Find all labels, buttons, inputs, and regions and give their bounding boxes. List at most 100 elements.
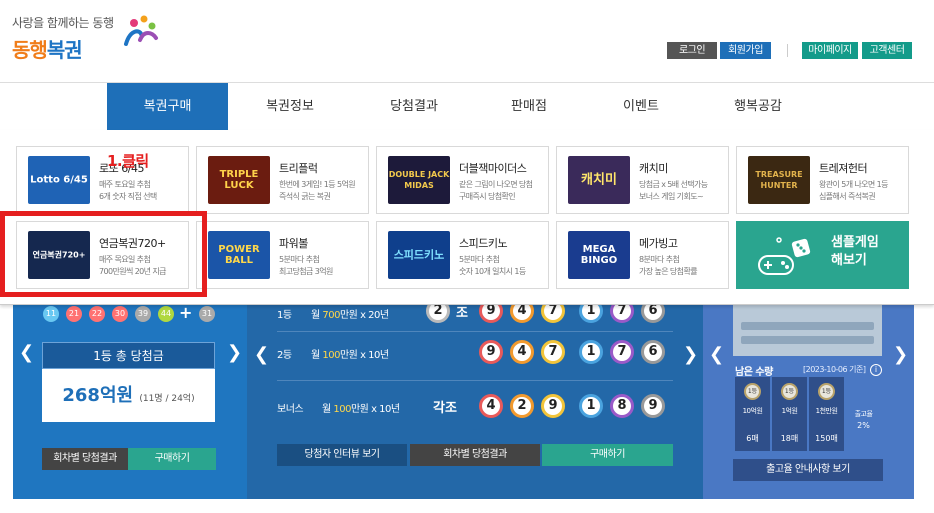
lotto-buy-button[interactable]: 구매하기	[128, 448, 216, 470]
logo-slogan: 사랑을 함께하는 동행	[12, 16, 114, 30]
pension-ball: 2	[510, 394, 534, 418]
click-annotation: 1.클릭	[107, 152, 149, 170]
pension-bonus-label: 보너스	[277, 404, 304, 415]
pension-rank2-label: 2등	[277, 350, 292, 361]
pension-interview-button[interactable]: 당첨자 인터뷰 보기	[277, 444, 407, 466]
lotto-ball: 44	[158, 306, 174, 322]
lotto-prize-amount: 268억원 (11명 / 24억)	[42, 369, 215, 422]
pension-ball: 9	[479, 340, 503, 364]
pension-ball: 4	[479, 394, 503, 418]
nav-item-results[interactable]: 당첨결과	[352, 83, 476, 130]
login-button[interactable]: 로그인	[667, 42, 717, 59]
speetto-stat-col: 1등 1억원 18매	[772, 377, 807, 451]
game-card-treasure-hunter[interactable]: TREASURE HUNTER 트레져헌터 왕관이 5개 나오면 1등 심플해서…	[736, 146, 909, 214]
lotto-ball: 39	[135, 306, 151, 322]
lotto-next-arrow-icon[interactable]: ❯	[227, 342, 242, 363]
support-button[interactable]: 고객센터	[862, 42, 912, 59]
lotto-prev-arrow-icon[interactable]: ❮	[19, 342, 34, 363]
card-title: 스피드키노	[459, 237, 508, 250]
card-desc: 매주 토요일 추첨	[99, 180, 151, 189]
pension-ball: 9	[641, 394, 665, 418]
game-card-triple-luck[interactable]: TRIPLE LUCK 트리플럭 한번에 3게임! 1등 5억원 즉석식 긁는 …	[196, 146, 369, 214]
medal-icon: 1등	[744, 383, 761, 400]
nav-item-info[interactable]: 복권정보	[228, 83, 352, 130]
card-desc: 왕관이 5개 나오면 1등	[819, 180, 888, 189]
triple-luck-thumb: TRIPLE LUCK	[208, 156, 270, 204]
gamepad-dice-icon	[758, 237, 811, 275]
lotto-bonus-ball: 31	[199, 306, 215, 322]
nav-item-stores[interactable]: 판매점	[476, 83, 582, 130]
nav-item-community[interactable]: 행복공감	[700, 83, 816, 130]
sample-game-card[interactable]: 샘플게임 해보기	[736, 221, 909, 289]
logo-brand-part-b: 복권	[46, 38, 83, 62]
pension-ball: 7	[541, 340, 565, 364]
lotto-ball: 21	[66, 306, 82, 322]
game-card-powerball[interactable]: POWER BALL 파워볼 5분마다 추첨 최고당첨금 3억원	[196, 221, 369, 289]
megabingo-thumb: MEGA BINGO	[568, 231, 630, 279]
ticket-row	[741, 322, 874, 330]
prize-suffix: 만원 x 10년	[339, 350, 389, 361]
lotto-ball: 11	[43, 306, 59, 322]
stat-label: 출고율	[854, 410, 873, 418]
pension-buy-button[interactable]: 구매하기	[542, 444, 673, 466]
thumb-label: DOUBLE JACK MIDAS	[388, 170, 450, 190]
header-separator	[787, 44, 788, 57]
card-desc: 당첨금 x 5배 선택가능	[639, 180, 708, 189]
pension-divider	[277, 380, 673, 381]
card-desc: 즉석식 긁는 복권	[279, 192, 331, 201]
powerball-thumb: POWER BALL	[208, 231, 270, 279]
card-desc: 5분마다 추첨	[459, 255, 500, 264]
game-card-double-jack[interactable]: DOUBLE JACK MIDAS 더블잭마이더스 같은 그림이 나오면 당첨 …	[376, 146, 549, 214]
speetto-next-arrow-icon[interactable]: ❯	[893, 344, 908, 365]
pension-next-arrow-icon[interactable]: ❯	[683, 344, 698, 365]
speetto-prev-arrow-icon[interactable]: ❮	[709, 344, 724, 365]
thumb-label: POWER BALL	[218, 244, 260, 266]
game-card-megabingo[interactable]: MEGA BINGO 메가빙고 8분마다 추첨 가장 높은 당첨확률	[556, 221, 729, 289]
pension-panel	[247, 290, 703, 499]
stat-value: 150매	[815, 434, 838, 443]
game-card-catchme[interactable]: 캐치미 캐치미 당첨금 x 5배 선택가능 보너스 게임 기회도~	[556, 146, 729, 214]
card-desc: 한번에 3게임! 1등 5억원	[279, 180, 356, 189]
game-card-speedkeno[interactable]: 스피드키노 스피드키노 5분마다 추첨 숫자 10개 일치시 1등	[376, 221, 549, 289]
signup-button[interactable]: 회원가입	[720, 42, 771, 59]
pension-bonus-prize: 월 100만원 x 10년	[322, 400, 400, 415]
card-desc: 보너스 게임 기회도~	[639, 192, 704, 201]
thumb-label: TRIPLE LUCK	[219, 169, 259, 191]
speetto-stat-col: 1등 10억원 6매	[735, 377, 770, 451]
sample-game-line1: 샘플게임	[831, 235, 879, 250]
speetto-stat-col: 1등 1천만원 150매	[809, 377, 844, 451]
speetto-stat-col: 출고율 2%	[846, 377, 881, 451]
pension-ball: 7	[610, 340, 634, 364]
stat-label: 10억원	[742, 407, 763, 415]
treasure-hunter-thumb: TREASURE HUNTER	[748, 156, 810, 204]
lotto-ball: 22	[89, 306, 105, 322]
prize-prefix: 월	[322, 404, 334, 415]
pension-prev-arrow-icon[interactable]: ❮	[254, 344, 269, 365]
site-logo[interactable]: 사랑을 함께하는 동행 동행복권	[12, 14, 114, 63]
card-title: 파워볼	[279, 237, 308, 250]
pension-results-button[interactable]: 회차별 당첨결과	[410, 444, 540, 466]
catchme-thumb: 캐치미	[568, 156, 630, 204]
nav-item-buy[interactable]: 복권구매	[107, 83, 228, 130]
card-desc: 6개 숫자 직접 선택	[99, 192, 157, 201]
stat-value: 18매	[780, 434, 799, 443]
speetto-remain-label: 남은 수량	[735, 367, 773, 378]
pension-ball: 9	[541, 394, 565, 418]
card-title: 더블잭마이더스	[459, 162, 527, 175]
lotto-results-button[interactable]: 회차별 당첨결과	[42, 448, 128, 470]
sample-game-text: 샘플게임 해보기	[831, 234, 879, 270]
game-card-lotto[interactable]: Lotto 6/45 로또 6/45 매주 토요일 추첨 6개 숫자 직접 선택	[16, 146, 189, 214]
pension-divider	[277, 331, 673, 332]
card-desc: 최고당첨금 3억원	[279, 267, 333, 276]
speetto-notice-button[interactable]: 출고율 안내사항 보기	[733, 459, 883, 481]
mypage-button[interactable]: 마이페이지	[802, 42, 858, 59]
thumb-label: 캐치미	[581, 172, 617, 188]
pension-rank1-label: 1등	[277, 310, 292, 321]
plus-icon: +	[179, 303, 193, 322]
card-title: 메가빙고	[639, 237, 678, 250]
nav-item-events[interactable]: 이벤트	[582, 83, 700, 130]
thumb-label: Lotto 6/45	[30, 174, 88, 186]
info-icon[interactable]: i	[870, 364, 882, 376]
lotto-amount-detail: (11명 / 24억)	[139, 394, 195, 404]
prize-prefix: 월	[311, 310, 323, 321]
